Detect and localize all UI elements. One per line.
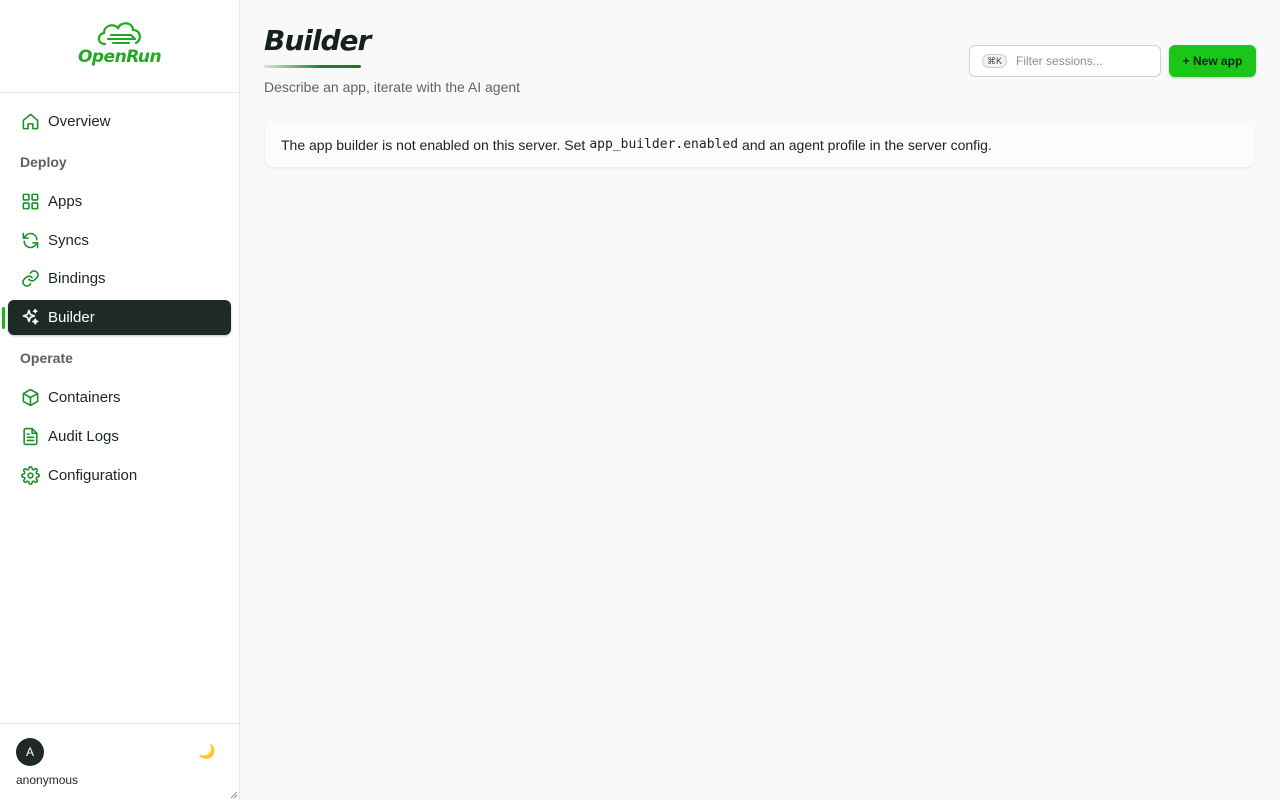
keyboard-shortcut-badge: ⌘K: [982, 54, 1008, 68]
sidebar-item-label: Syncs: [48, 232, 89, 249]
active-indicator: [2, 307, 5, 329]
sidebar-item-apps[interactable]: Apps: [8, 184, 231, 219]
sidebar-item-label: Apps: [48, 193, 83, 210]
section-deploy: Deploy: [20, 154, 67, 170]
sidebar-item-label: Configuration: [48, 467, 138, 484]
page-subtitle: Describe an app, iterate with the AI age…: [264, 79, 521, 95]
brand-name: OpenRun: [77, 47, 162, 67]
sidebar-item-label: Containers: [48, 389, 121, 406]
file-text-icon: [20, 427, 40, 447]
sidebar-item-syncs[interactable]: Syncs: [8, 223, 231, 258]
notice-config-key: app_builder.enabled: [589, 137, 739, 152]
section-operate: Operate: [20, 350, 73, 366]
new-app-button[interactable]: + New app: [1169, 45, 1256, 77]
sidebar-item-label: Overview: [48, 113, 111, 130]
logo-area: OpenRun: [0, 0, 239, 93]
box-icon: [20, 388, 40, 408]
sidebar-item-label: Bindings: [48, 270, 106, 287]
sparkles-icon: [20, 308, 40, 328]
sidebar-item-label: Builder: [48, 309, 95, 326]
sidebar-item-containers[interactable]: Containers: [8, 380, 231, 415]
sidebar-item-configuration[interactable]: Configuration: [8, 458, 231, 493]
notice-text-before: The app builder is not enabled on this s…: [281, 136, 586, 153]
filter-sessions-input[interactable]: ⌘K Filter sessions...: [969, 45, 1161, 77]
page-title: Builder: [264, 24, 371, 57]
openrun-logo[interactable]: OpenRun: [77, 20, 162, 67]
cloud-logo-icon: [97, 22, 141, 46]
theme-toggle-moon-icon[interactable]: 🌙: [198, 743, 215, 760]
resize-handle-icon[interactable]: [230, 791, 238, 799]
builder-disabled-notice: The app builder is not enabled on this s…: [265, 122, 1254, 167]
sidebar-item-bindings[interactable]: Bindings: [8, 261, 231, 296]
search-placeholder: Filter sessions...: [1016, 54, 1103, 68]
main-content: Builder Describe an app, iterate with th…: [240, 0, 1280, 800]
username: anonymous: [16, 773, 79, 787]
avatar[interactable]: A: [16, 738, 44, 766]
link-icon: [20, 269, 40, 289]
gear-icon: [20, 466, 40, 486]
notice-text-after: and an agent profile in the server confi…: [742, 136, 992, 153]
user-footer: A anonymous 🌙: [0, 723, 239, 800]
title-underline: [264, 65, 361, 68]
sidebar-item-builder[interactable]: Builder: [8, 300, 231, 335]
sidebar-nav: Overview Deploy Apps Syncs Bindings Buil…: [0, 93, 239, 713]
sidebar-item-audit-logs[interactable]: Audit Logs: [8, 419, 231, 454]
sidebar-item-label: Audit Logs: [48, 428, 119, 445]
refresh-icon: [20, 231, 40, 251]
grid-icon: [20, 192, 40, 212]
sidebar-item-overview[interactable]: Overview: [8, 104, 231, 139]
sidebar: OpenRun Overview Deploy Apps Syncs Bindi…: [0, 0, 240, 800]
home-icon: [20, 112, 40, 132]
